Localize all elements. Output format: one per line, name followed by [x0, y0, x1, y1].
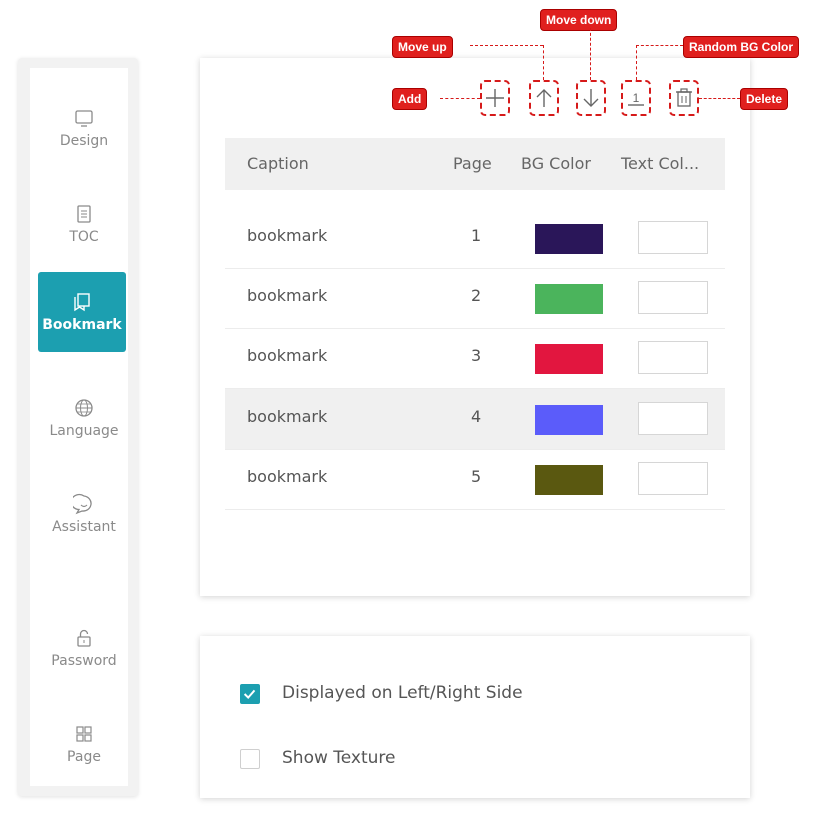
bg-color-swatch[interactable]: [535, 224, 603, 254]
sidebar-item-design[interactable]: Design: [40, 88, 128, 168]
page-cell: 3: [471, 346, 482, 365]
add-callout: Add: [392, 88, 428, 110]
caption-cell: bookmark: [247, 467, 328, 486]
left-right-side-checkbox[interactable]: [240, 684, 260, 704]
move-down-button[interactable]: [576, 80, 606, 116]
connector: [699, 98, 740, 99]
text-color-swatch[interactable]: [638, 221, 708, 254]
random-bg-color-button[interactable]: 1: [621, 80, 651, 116]
lock-icon: [77, 629, 91, 647]
page-cell: 5: [471, 467, 482, 486]
show-texture-label: Show Texture: [282, 748, 396, 768]
move-down-callout: Move down: [540, 9, 618, 31]
arrow-up-icon: [536, 89, 552, 107]
document-icon: [77, 205, 91, 223]
move-up-callout: Move up: [392, 36, 453, 58]
table-row[interactable]: bookmark 2: [225, 268, 725, 329]
show-texture-checkbox[interactable]: [240, 749, 260, 769]
bg-color-swatch[interactable]: [535, 465, 603, 495]
table-row[interactable]: bookmark 3: [225, 328, 725, 389]
arrow-down-icon: [583, 89, 599, 107]
bg-color-swatch[interactable]: [535, 284, 603, 314]
text-color-swatch[interactable]: [638, 462, 708, 495]
globe-icon: [75, 399, 93, 417]
trash-icon: [676, 88, 692, 107]
sidebar-item-language[interactable]: Language: [40, 378, 128, 458]
text-color-swatch[interactable]: [638, 402, 708, 435]
sidebar-item-label: TOC: [69, 229, 99, 245]
connector: [440, 98, 480, 99]
delete-callout: Delete: [740, 88, 789, 110]
sidebar-item-label: Assistant: [52, 519, 116, 535]
caption-cell: bookmark: [247, 407, 328, 426]
sidebar-item-password[interactable]: Password: [40, 608, 128, 688]
connector: [636, 45, 637, 80]
text-color-swatch[interactable]: [638, 281, 708, 314]
page-cell: 1: [471, 226, 482, 245]
left-right-side-label: Displayed on Left/Right Side: [282, 683, 523, 703]
options-panel: [200, 636, 750, 798]
table-header: Caption Page BG Color Text Col...: [225, 138, 725, 190]
column-header-caption: Caption: [247, 154, 309, 173]
page-cell: 4: [471, 407, 482, 426]
random-bg-color-callout: Random BG Color: [683, 36, 799, 58]
page-cell: 2: [471, 286, 482, 305]
random-color-icon: 1: [628, 91, 644, 106]
sidebar-item-label: Bookmark: [42, 317, 122, 333]
caption-cell: bookmark: [247, 226, 328, 245]
sidebar-item-bookmark[interactable]: Bookmark: [38, 272, 126, 352]
connector: [636, 45, 683, 46]
table-row[interactable]: bookmark 4: [225, 389, 725, 450]
add-button[interactable]: [480, 80, 510, 116]
connector: [470, 45, 543, 46]
bg-color-swatch[interactable]: [535, 405, 603, 435]
sidebar-item-label: Page: [67, 749, 101, 765]
plus-icon: [486, 89, 504, 107]
sidebar-item-toc[interactable]: TOC: [40, 184, 128, 264]
move-up-button[interactable]: [529, 80, 559, 116]
sidebar-item-assistant[interactable]: Assistant: [40, 474, 128, 554]
column-header-page: Page: [453, 154, 492, 173]
caption-cell: bookmark: [247, 346, 328, 365]
text-color-swatch[interactable]: [638, 341, 708, 374]
caption-cell: bookmark: [247, 286, 328, 305]
connector: [543, 45, 544, 80]
checkmark-icon: [243, 689, 256, 700]
column-header-bg-color: BG Color: [521, 154, 591, 173]
chat-icon: [73, 493, 92, 515]
sidebar-item-label: Design: [59, 133, 109, 149]
delete-button[interactable]: [669, 80, 699, 116]
sidebar-item-label: Language: [49, 423, 119, 439]
svg-text:1: 1: [633, 91, 640, 105]
sidebar-item-label: Password: [51, 653, 117, 669]
column-header-text-color: Text Col...: [621, 154, 700, 173]
grid-icon: [76, 726, 92, 742]
monitor-icon: [75, 110, 93, 127]
bookmark-icon: [74, 293, 90, 312]
sidebar-item-page[interactable]: Page: [40, 704, 128, 784]
table-row[interactable]: bookmark 5: [225, 449, 725, 510]
bg-color-swatch[interactable]: [535, 344, 603, 374]
table-row[interactable]: bookmark 1: [225, 208, 725, 269]
connector: [590, 28, 591, 80]
